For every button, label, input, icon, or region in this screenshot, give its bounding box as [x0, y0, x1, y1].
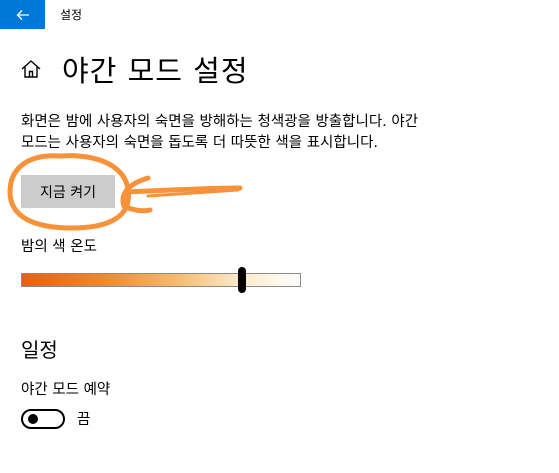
schedule-label: 야간 모드 예약	[21, 382, 111, 398]
color-temperature-slider[interactable]	[21, 273, 301, 287]
title-bar: 설정	[0, 0, 559, 29]
toggle-knob	[28, 414, 38, 424]
turn-on-now-button[interactable]: 지금 켜기	[21, 175, 115, 208]
app-title: 설정	[60, 8, 83, 22]
description-line-1: 화면은 밤에 사용자의 숙면을 방해하는 청색광을 방출합니다. 야간	[21, 114, 419, 130]
schedule-heading: 일정	[21, 338, 58, 362]
home-icon[interactable]	[20, 59, 42, 79]
back-arrow-icon	[16, 9, 29, 20]
color-temperature-label: 밤의 색 온도	[21, 239, 97, 255]
back-button[interactable]	[0, 0, 45, 29]
page-title: 야간 모드 설정	[62, 54, 249, 88]
schedule-toggle[interactable]	[21, 409, 65, 429]
color-temperature-slider-thumb[interactable]	[237, 267, 246, 293]
description-line-2: 모드는 사용자의 숙면을 돕도록 더 따뜻한 색을 표시합니다.	[21, 135, 379, 151]
description-text: 화면은 밤에 사용자의 숙면을 방해하는 청색광을 방출합니다. 야간 모드는 …	[21, 112, 491, 154]
toggle-state-label: 끔	[77, 412, 91, 428]
